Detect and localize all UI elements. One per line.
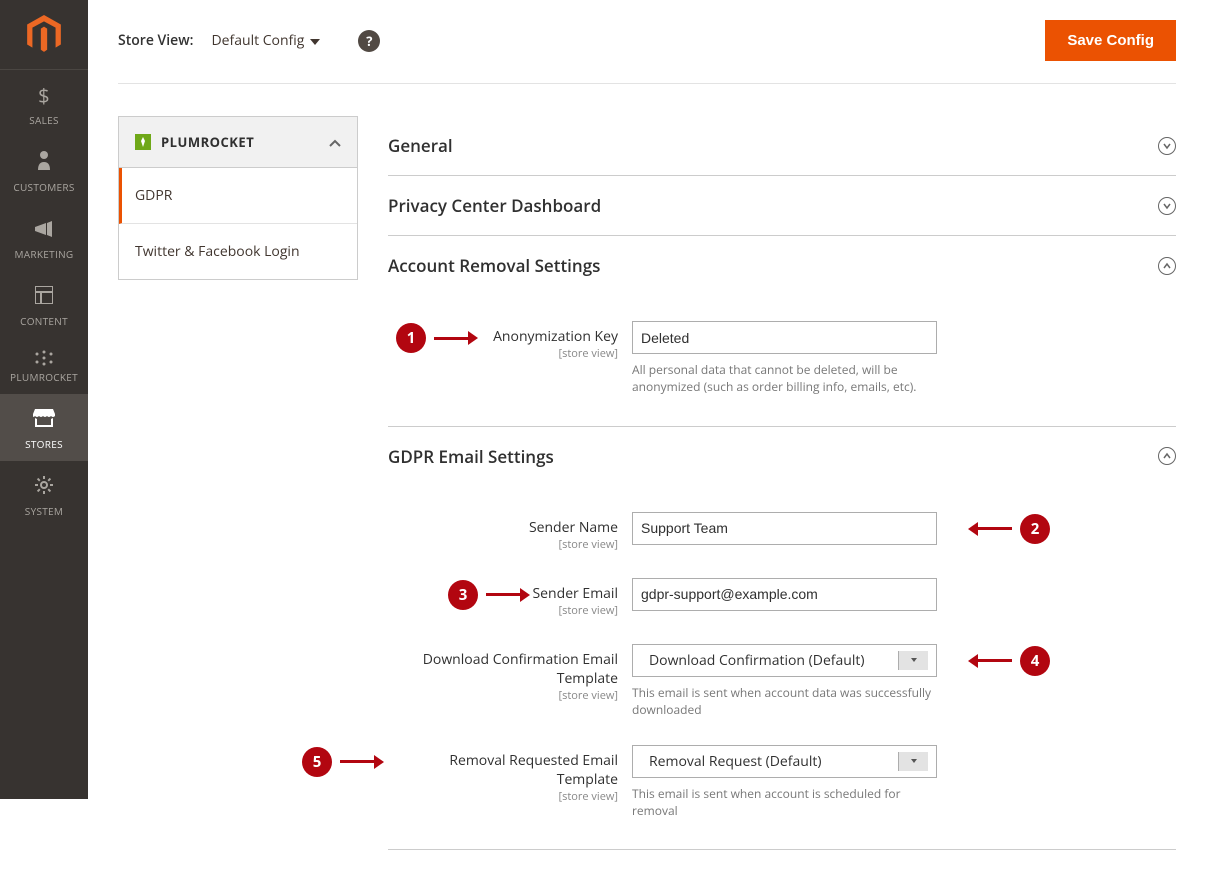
callout-1: 1: [396, 323, 478, 353]
section-gdpr-email-settings[interactable]: GDPR Email Settings: [388, 427, 1176, 486]
anonymization-key-input[interactable]: [632, 321, 937, 354]
field-label: Download Confirmation Email Template: [388, 650, 618, 688]
chevron-up-icon: [1158, 447, 1176, 465]
megaphone-icon: [34, 216, 54, 243]
removal-template-select[interactable]: Removal Request (Default): [632, 745, 937, 778]
callout-badge: 5: [302, 747, 332, 777]
field-anonymization-key: 1 Anonymization Key [store view] All per…: [388, 321, 1176, 396]
field-hint: This email is sent when account is sched…: [632, 785, 937, 820]
sidebar-group-plumrocket[interactable]: PLUMROCKET: [119, 117, 357, 168]
magento-icon: [27, 15, 61, 55]
dollar-icon: $: [38, 82, 50, 109]
download-template-select[interactable]: Download Confirmation (Default): [632, 644, 937, 677]
sender-name-input[interactable]: [632, 512, 937, 545]
callout-badge: 3: [448, 580, 478, 610]
nav-plumrocket[interactable]: PLUMROCKET: [0, 338, 88, 394]
nav-label: CONTENT: [20, 314, 68, 328]
callout-5: 5: [302, 747, 384, 777]
nav-label: SYSTEM: [25, 504, 63, 518]
nav-label: PLUMROCKET: [10, 370, 78, 384]
field-download-confirmation-template: Download Confirmation Email Template [st…: [388, 644, 1176, 719]
nav-customers[interactable]: CUSTOMERS: [0, 137, 88, 204]
sidebar-group-label: PLUMROCKET: [161, 133, 254, 151]
callout-3: 3: [448, 580, 530, 610]
nav-marketing[interactable]: MARKETING: [0, 204, 88, 271]
field-label: Sender Name: [388, 518, 618, 537]
callout-4: 4: [968, 646, 1050, 676]
sidebar-item-twitter-facebook-login[interactable]: Twitter & Facebook Login: [119, 224, 357, 279]
section-body-email: Sender Name [store view] 2 3: [388, 486, 1176, 850]
arrow-right-icon: [340, 755, 384, 769]
scope-label: [store view]: [388, 537, 618, 552]
field-sender-email: 3 Sender Email [store view]: [388, 578, 1176, 618]
gear-icon: [35, 473, 53, 500]
select-value: Removal Request (Default): [641, 752, 898, 771]
page-header: Store View: Default Config ? Save Config: [118, 0, 1176, 84]
store-view-label: Store View:: [118, 31, 193, 50]
scope-label: [store view]: [388, 688, 618, 703]
arrow-left-icon: [968, 654, 1012, 668]
section-title: GDPR Email Settings: [388, 445, 554, 468]
nav-label: CUSTOMERS: [13, 180, 74, 194]
sender-email-input[interactable]: [632, 578, 937, 611]
callout-badge: 4: [1020, 646, 1050, 676]
chevron-down-icon: [1158, 137, 1176, 155]
field-hint: All personal data that cannot be deleted…: [632, 361, 937, 396]
nav-sales[interactable]: $ SALES: [0, 70, 88, 137]
callout-2: 2: [968, 514, 1050, 544]
field-sender-name: Sender Name [store view] 2: [388, 512, 1176, 552]
section-title: General: [388, 134, 453, 157]
save-config-button[interactable]: Save Config: [1045, 20, 1176, 61]
field-removal-requested-template: 5 Removal Requested Email Template [stor…: [388, 745, 1176, 820]
chevron-down-icon: [1158, 197, 1176, 215]
sidebar-item-gdpr[interactable]: GDPR: [119, 168, 357, 224]
person-icon: [36, 149, 52, 176]
field-label: Removal Requested Email Template: [388, 751, 618, 789]
nav-stores[interactable]: STORES: [0, 394, 88, 461]
nav-label: MARKETING: [15, 247, 74, 261]
nav-label: SALES: [29, 113, 59, 127]
layout-icon: [35, 283, 53, 310]
section-privacy-center-dashboard[interactable]: Privacy Center Dashboard: [388, 176, 1176, 236]
section-title: Account Removal Settings: [388, 254, 600, 277]
section-general[interactable]: General: [388, 116, 1176, 176]
store-view-switcher[interactable]: Default Config: [211, 31, 320, 50]
arrow-right-icon: [486, 588, 530, 602]
help-icon[interactable]: ?: [358, 30, 380, 52]
callout-badge: 2: [1020, 514, 1050, 544]
arrow-right-icon: [434, 331, 478, 345]
scope-label: [store view]: [388, 789, 618, 804]
magento-logo[interactable]: [0, 0, 88, 70]
plumrocket-icon: [33, 350, 55, 366]
callout-badge: 1: [396, 323, 426, 353]
config-area: General Privacy Center Dashboard Account…: [388, 116, 1176, 850]
section-account-removal-settings[interactable]: Account Removal Settings: [388, 236, 1176, 295]
section-title: Privacy Center Dashboard: [388, 194, 601, 217]
chevron-up-icon: [329, 133, 341, 151]
arrow-left-icon: [968, 522, 1012, 536]
nav-label: STORES: [25, 437, 63, 451]
section-body-removal: 1 Anonymization Key [store view] All per…: [388, 295, 1176, 427]
nav-system[interactable]: SYSTEM: [0, 461, 88, 528]
caret-down-icon: [898, 752, 928, 771]
chevron-up-icon: [1158, 257, 1176, 275]
storefront-icon: [33, 406, 55, 433]
select-value: Download Confirmation (Default): [641, 651, 898, 670]
nav-content[interactable]: CONTENT: [0, 271, 88, 338]
field-hint: This email is sent when account data was…: [632, 684, 937, 719]
caret-down-icon: [898, 651, 928, 670]
plumrocket-badge-icon: [135, 134, 151, 150]
admin-nav: $ SALES CUSTOMERS MARKETING CONTENT PLUM…: [0, 0, 88, 799]
config-sidebar: PLUMROCKET GDPR Twitter & Facebook Login: [118, 116, 358, 280]
